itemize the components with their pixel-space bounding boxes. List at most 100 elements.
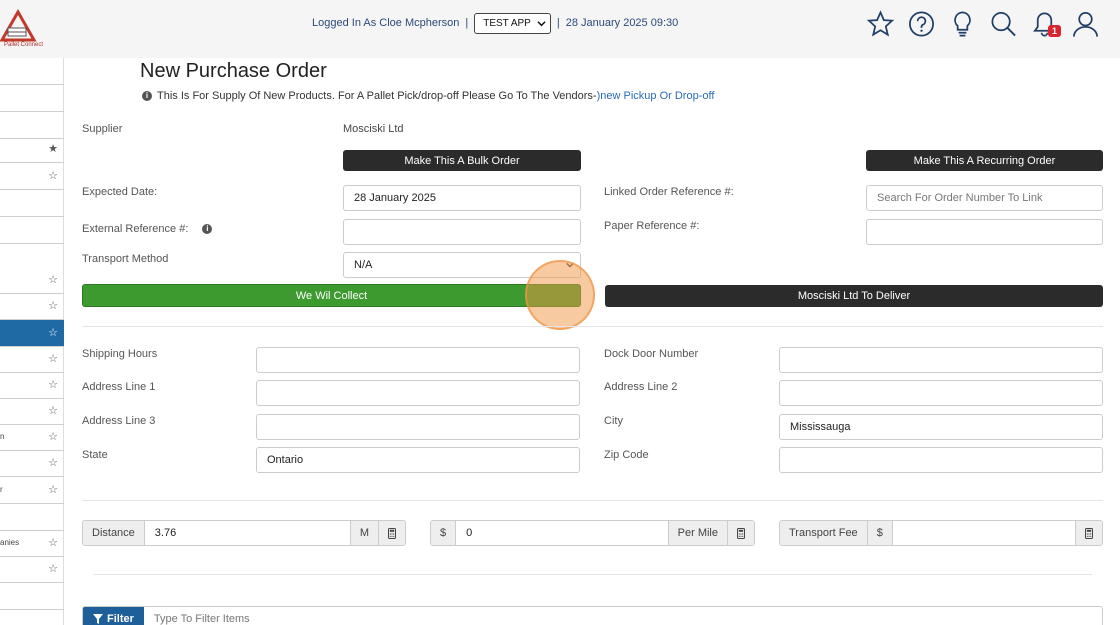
- notifications-bell-icon[interactable]: 1: [1030, 9, 1061, 39]
- star-outline-icon[interactable]: ☆: [48, 483, 58, 496]
- transport-fee-currency: $: [867, 521, 893, 545]
- notice-text: This Is For Supply Of New Products. For …: [157, 90, 597, 102]
- click-indicator: [525, 260, 595, 330]
- star-outline-icon[interactable]: ☆: [48, 562, 58, 575]
- chevron-down-icon: [537, 20, 546, 26]
- section-divider: [94, 574, 1092, 575]
- sidebar-item-active[interactable]: ☆: [0, 320, 64, 347]
- address2-input[interactable]: [779, 380, 1103, 406]
- bulk-order-button[interactable]: Make This A Bulk Order: [343, 150, 581, 171]
- shipping-hours-label: Shipping Hours: [82, 348, 158, 360]
- address3-label: Address Line 3: [82, 415, 156, 427]
- transport-fee-group: Transport Fee $: [779, 520, 1103, 546]
- sidebar-item[interactable]: [0, 190, 64, 217]
- star-outline-icon[interactable]: ☆: [48, 456, 58, 469]
- external-ref-input[interactable]: [343, 219, 581, 245]
- recurring-order-button[interactable]: Make This A Recurring Order: [866, 150, 1103, 171]
- address1-input[interactable]: [256, 380, 580, 406]
- city-label: City: [604, 415, 623, 427]
- filter-button-label: Filter: [107, 613, 134, 625]
- sidebar-item[interactable]: [0, 217, 64, 244]
- filter-funnel-icon: [93, 614, 103, 624]
- separator: |: [465, 17, 469, 29]
- sidebar-item[interactable]: ☆: [0, 556, 64, 583]
- linked-ref-label: Linked Order Reference #:: [604, 186, 734, 198]
- sidebar: ★ ☆ ☆ ☆ ☆ ☆ ☆ ☆ n ☆ ☆ r ☆ anies ☆ ☆: [0, 58, 64, 625]
- star-outline-icon[interactable]: ☆: [48, 169, 58, 182]
- star-outline-icon[interactable]: ☆: [48, 326, 58, 339]
- sidebar-item[interactable]: [0, 112, 64, 139]
- distance-label: Distance: [83, 521, 145, 545]
- sidebar-item[interactable]: ☆: [0, 450, 64, 477]
- external-ref-label-row: External Reference #: i: [82, 223, 213, 235]
- lightbulb-icon[interactable]: [948, 9, 977, 39]
- filter-button[interactable]: Filter: [83, 607, 144, 625]
- star-filled-icon[interactable]: ★: [48, 142, 58, 155]
- sidebar-item[interactable]: [0, 583, 64, 610]
- new-pickup-link[interactable]: )new Pickup Or Drop-off: [597, 90, 715, 102]
- company-logo[interactable]: Pallet Connect: [0, 6, 43, 48]
- state-input[interactable]: Ontario: [256, 447, 580, 473]
- linked-ref-search-input[interactable]: Search For Order Number To Link: [866, 185, 1103, 211]
- sidebar-item[interactable]: anies ☆: [0, 530, 64, 557]
- star-outline-icon[interactable]: ☆: [48, 378, 58, 391]
- sidebar-item[interactable]: n ☆: [0, 424, 64, 451]
- calculator-button[interactable]: [1075, 521, 1102, 545]
- distance-unit: M: [349, 521, 378, 545]
- sidebar-item[interactable]: [0, 504, 64, 531]
- calculator-button[interactable]: [378, 521, 405, 545]
- distance-input[interactable]: 3.76: [145, 521, 350, 545]
- star-outline-icon[interactable]: ☆: [48, 430, 58, 443]
- sidebar-item[interactable]: [0, 85, 64, 112]
- sidebar-item[interactable]: ☆: [0, 372, 64, 399]
- paper-ref-input[interactable]: [866, 219, 1103, 245]
- paper-ref-label: Paper Reference #:: [604, 220, 700, 232]
- sidebar-item[interactable]: r ☆: [0, 477, 64, 504]
- sidebar-item-label: r: [0, 485, 3, 494]
- star-outline-icon[interactable]: ☆: [48, 536, 58, 549]
- page-title: New Purchase Order: [140, 60, 327, 82]
- sidebar-item[interactable]: ☆: [0, 267, 64, 294]
- star-outline-icon[interactable]: ☆: [48, 352, 58, 365]
- star-outline-icon[interactable]: ☆: [48, 273, 58, 286]
- favorites-star-icon[interactable]: [866, 9, 895, 39]
- help-icon[interactable]: [907, 9, 936, 39]
- zip-input[interactable]: [779, 447, 1103, 473]
- we-collect-button[interactable]: We Wil Collect: [82, 284, 581, 307]
- info-icon[interactable]: i: [202, 224, 213, 234]
- city-input[interactable]: Mississauga: [779, 414, 1103, 440]
- sidebar-item[interactable]: ☆: [0, 346, 64, 373]
- supplier-deliver-button[interactable]: Mosciski Ltd To Deliver: [605, 285, 1103, 307]
- expected-date-input[interactable]: 28 January 2025: [343, 185, 581, 211]
- supplier-value: Mosciski Ltd: [343, 123, 404, 135]
- sidebar-item[interactable]: ★: [0, 136, 64, 163]
- section-divider: [82, 326, 1103, 327]
- filter-input[interactable]: Type To Filter Items: [144, 607, 1102, 625]
- app-select[interactable]: TEST APP: [474, 12, 551, 34]
- app-select-value: TEST APP: [483, 17, 531, 29]
- dock-door-input[interactable]: [779, 347, 1103, 373]
- sidebar-item[interactable]: ☆: [0, 398, 64, 425]
- rate-input[interactable]: 0: [456, 521, 668, 545]
- star-outline-icon[interactable]: ☆: [48, 404, 58, 417]
- rate-unit: Per Mile: [667, 521, 727, 545]
- external-ref-label: External Reference #:: [82, 223, 189, 235]
- calculator-icon: [737, 527, 745, 539]
- shipping-hours-input[interactable]: [256, 347, 580, 373]
- user-profile-icon[interactable]: [1071, 9, 1100, 39]
- address3-input[interactable]: [256, 414, 580, 440]
- star-outline-icon[interactable]: ☆: [48, 299, 58, 312]
- search-icon[interactable]: [989, 9, 1018, 39]
- transport-fee-label: Transport Fee: [780, 521, 868, 545]
- calculator-icon: [1085, 527, 1093, 539]
- sidebar-item[interactable]: ☆: [0, 293, 64, 320]
- sidebar-item[interactable]: ☆: [0, 163, 64, 190]
- separator: |: [556, 17, 560, 29]
- header-datetime: 28 January 2025 09:30: [565, 17, 679, 29]
- transport-fee-input[interactable]: [893, 521, 1075, 545]
- dock-door-label: Dock Door Number: [604, 348, 699, 360]
- section-divider: [82, 500, 1103, 501]
- calculator-button[interactable]: [727, 521, 754, 545]
- rate-group: $ 0 Per Mile: [430, 520, 755, 546]
- sidebar-item[interactable]: [0, 58, 64, 85]
